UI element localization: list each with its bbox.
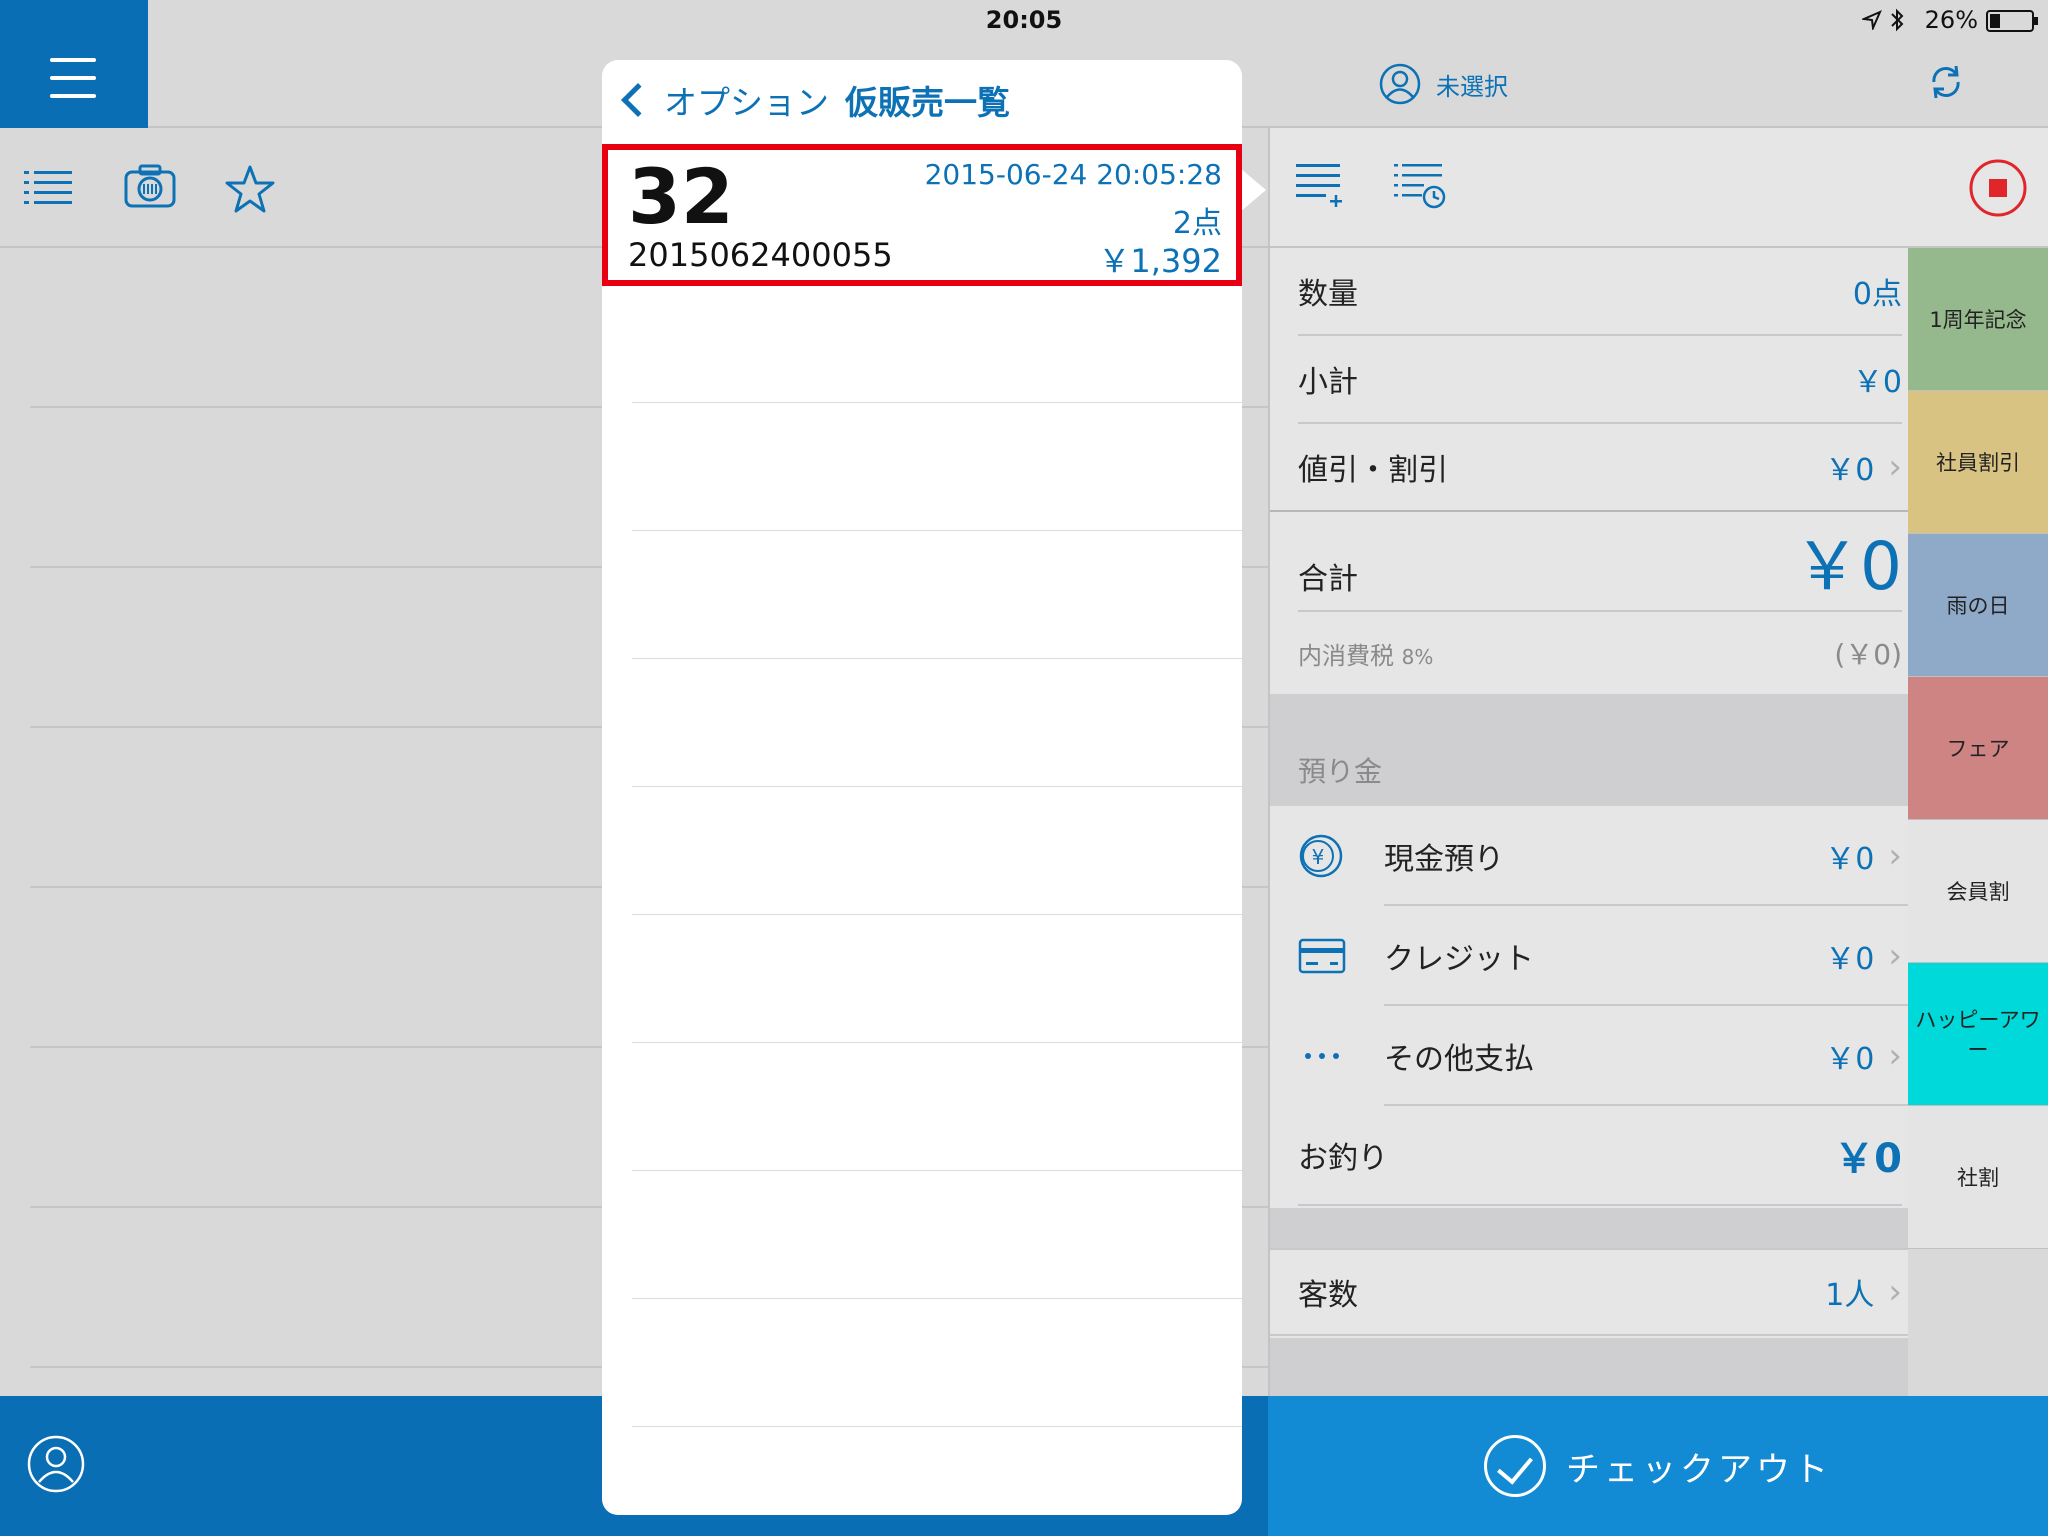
cash-label: 現金預り xyxy=(1384,842,1504,877)
tax-label: 内消費税 xyxy=(1298,641,1394,670)
cash-value: ￥0 xyxy=(1825,842,1875,877)
battery-percent: 26% xyxy=(1924,6,1978,34)
discount-tab[interactable]: ハッピーアワー xyxy=(1908,963,2048,1106)
chevron-right-icon: › xyxy=(1888,447,1902,487)
row-divider xyxy=(632,530,1242,531)
discount-tab-label: フェア xyxy=(1946,737,2010,761)
row-divider xyxy=(632,1298,1242,1299)
discount-tab[interactable]: 社割 xyxy=(1908,1106,2048,1249)
customers-label: 客数 xyxy=(1298,1278,1358,1313)
discount-tab[interactable]: フェア xyxy=(1908,677,2048,820)
history-list-icon[interactable] xyxy=(1394,162,1446,212)
barcode-camera-icon[interactable] xyxy=(124,164,176,208)
subtotal-value: ￥0 xyxy=(1852,365,1902,400)
battery-icon xyxy=(1986,10,2038,32)
discount-tab-label: 会員割 xyxy=(1946,880,2010,904)
yen-coin-icon: ¥ xyxy=(1299,834,1343,878)
customer-icon[interactable] xyxy=(26,1434,86,1494)
staff-selector[interactable]: 未選択 xyxy=(1378,62,1508,106)
discount-value: ￥0 xyxy=(1825,453,1875,488)
location-icon xyxy=(1862,10,1882,30)
add-item-icon[interactable] xyxy=(1296,162,1344,212)
row-divider xyxy=(632,914,1242,915)
tax-rate: 8% xyxy=(1401,644,1434,669)
discount-tab-label: ハッピーアワー xyxy=(1915,1008,2041,1062)
total-label: 合計 xyxy=(1298,562,1358,597)
discount-tab[interactable]: 1周年記念 xyxy=(1908,248,2048,391)
subtotal-row: 小計 ￥0 xyxy=(1298,336,1902,424)
hamburger-icon xyxy=(50,58,96,112)
tax-row: 内消費税 8% (￥0) xyxy=(1298,614,1902,692)
spacer-band xyxy=(1270,1338,1910,1396)
chevron-right-icon: › xyxy=(1888,936,1902,976)
other-payment-row[interactable]: その他支払 ￥0 › xyxy=(1270,1006,1910,1106)
checkout-label: チェックアウト xyxy=(1566,1449,1832,1490)
credit-row[interactable]: クレジット ￥0 › xyxy=(1270,906,1910,1006)
discount-tab-empty xyxy=(1908,1249,2048,1396)
pending-sales-popover: オプション 仮販売一覧 32 2015-06-24 20:05:28 2点 20… xyxy=(602,60,1242,1515)
row-divider xyxy=(632,1170,1242,1171)
svg-text:¥: ¥ xyxy=(1312,845,1325,869)
discount-tab[interactable]: 雨の日 xyxy=(1908,534,2048,677)
more-dots-icon xyxy=(1305,1053,1339,1059)
customers-row[interactable]: 客数 1人 › xyxy=(1270,1248,1910,1336)
quantity-label: 数量 xyxy=(1298,277,1358,312)
row-divider xyxy=(632,658,1242,659)
list-view-icon[interactable] xyxy=(24,168,72,208)
discount-tab-label: 社員割引 xyxy=(1936,451,2020,475)
deposit-header: 預り金 xyxy=(1298,755,1383,788)
credit-value: ￥0 xyxy=(1825,942,1875,977)
change-label: お釣り xyxy=(1298,1141,1388,1176)
favorites-star-icon[interactable] xyxy=(224,164,276,214)
other-payment-label: その他支払 xyxy=(1384,1042,1534,1077)
tax-value: (￥0) xyxy=(1834,638,1902,671)
staff-icon xyxy=(1379,63,1421,105)
discount-tab-label: 1周年記念 xyxy=(1929,308,2027,332)
refresh-icon[interactable] xyxy=(1926,62,1966,102)
credit-card-icon xyxy=(1298,938,1346,974)
discount-tab[interactable]: 社員割引 xyxy=(1908,391,2048,534)
bluetooth-icon xyxy=(1891,8,1904,32)
spacer-band xyxy=(1270,1208,1910,1248)
popover-arrow xyxy=(1240,168,1266,212)
credit-label: クレジット xyxy=(1384,942,1534,977)
discount-tab[interactable]: 会員割 xyxy=(1908,820,2048,963)
quantity-value: 0点 xyxy=(1852,277,1902,312)
other-payment-value: ￥0 xyxy=(1825,1042,1875,1077)
menu-button[interactable] xyxy=(0,0,148,128)
row-divider xyxy=(632,1426,1242,1427)
discount-label: 値引・割引 xyxy=(1298,453,1448,488)
row-divider xyxy=(632,786,1242,787)
change-value: ￥0 xyxy=(1834,1136,1902,1182)
checkout-button[interactable]: チェックアウト xyxy=(1268,1396,2048,1536)
quantity-row: 数量 0点 xyxy=(1298,248,1902,336)
customers-value: 1人 xyxy=(1825,1278,1875,1313)
stop-record-icon[interactable] xyxy=(1968,158,2028,218)
empty-rows xyxy=(602,60,1242,1515)
checkout-bar: チェックアウト xyxy=(1268,1396,2048,1536)
total-row: 合計 ￥0 xyxy=(1298,512,1902,612)
register-toolbar xyxy=(1270,128,2048,248)
discount-tab-label: 雨の日 xyxy=(1946,594,2010,618)
clock: 20:05 xyxy=(985,6,1063,34)
staff-label: 未選択 xyxy=(1436,72,1508,101)
row-divider xyxy=(632,402,1242,403)
row-divider xyxy=(632,1042,1242,1043)
cash-row[interactable]: ¥ 現金預り ￥0 › xyxy=(1270,806,1910,906)
subtotal-label: 小計 xyxy=(1298,365,1358,400)
total-value: ￥0 xyxy=(1794,528,1902,605)
change-row: お釣り ￥0 xyxy=(1298,1106,1902,1206)
deposit-header-band: 預り金 xyxy=(1270,694,1910,806)
checkmark-circle-icon xyxy=(1484,1435,1546,1497)
status-bar: iPad 20:05 26% xyxy=(0,0,2048,40)
chevron-right-icon: › xyxy=(1888,1272,1902,1312)
chevron-right-icon: › xyxy=(1888,1036,1902,1076)
discount-row[interactable]: 値引・割引 ￥0 › xyxy=(1270,424,1910,512)
chevron-right-icon: › xyxy=(1888,836,1902,876)
discount-tab-label: 社割 xyxy=(1957,1166,1999,1190)
